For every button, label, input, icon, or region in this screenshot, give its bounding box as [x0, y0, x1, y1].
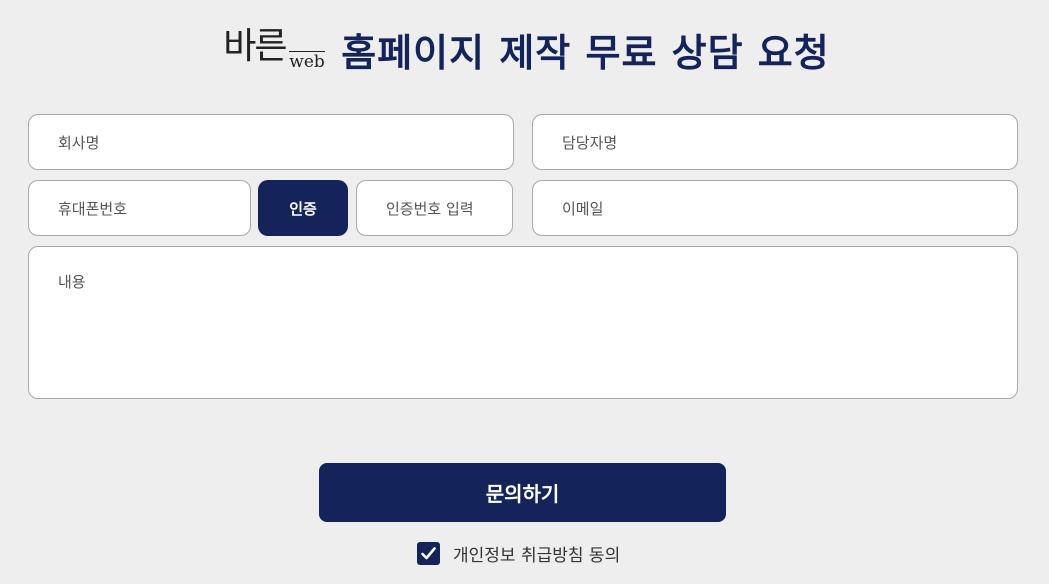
- verification-code-input[interactable]: 인증번호 입력: [356, 180, 513, 236]
- manager-name-input[interactable]: 담당자명: [532, 114, 1018, 170]
- verification-code-placeholder: 인증번호 입력: [386, 199, 474, 218]
- content-placeholder: 내용: [58, 273, 86, 291]
- page-header: 바른 web 홈페이지 제작 무료 상담 요청: [0, 18, 1049, 80]
- page-title: 홈페이지 제작 무료 상담 요청: [341, 30, 830, 75]
- manager-name-placeholder: 담당자명: [562, 133, 618, 152]
- email-placeholder: 이메일: [562, 199, 604, 218]
- privacy-label: 개인정보 취급방침 동의: [453, 546, 621, 566]
- logo: 바른 web: [219, 23, 327, 75]
- company-name-placeholder: 회사명: [58, 133, 100, 152]
- phone-number-placeholder: 휴대폰번호: [58, 199, 128, 218]
- checkmark-icon: [421, 547, 436, 560]
- email-input[interactable]: 이메일: [532, 180, 1018, 236]
- logo-web-text: web: [289, 51, 325, 72]
- phone-number-input[interactable]: 휴대폰번호: [28, 180, 251, 236]
- verify-button[interactable]: 인증: [258, 180, 348, 236]
- submit-button[interactable]: 문의하기: [319, 463, 726, 522]
- privacy-agreement[interactable]: 개인정보 취급방침 동의: [417, 542, 621, 566]
- content-textarea[interactable]: 내용: [28, 246, 1018, 399]
- logo-main-text: 바른: [223, 26, 287, 67]
- company-name-input[interactable]: 회사명: [28, 114, 514, 170]
- privacy-checkbox[interactable]: [417, 542, 440, 565]
